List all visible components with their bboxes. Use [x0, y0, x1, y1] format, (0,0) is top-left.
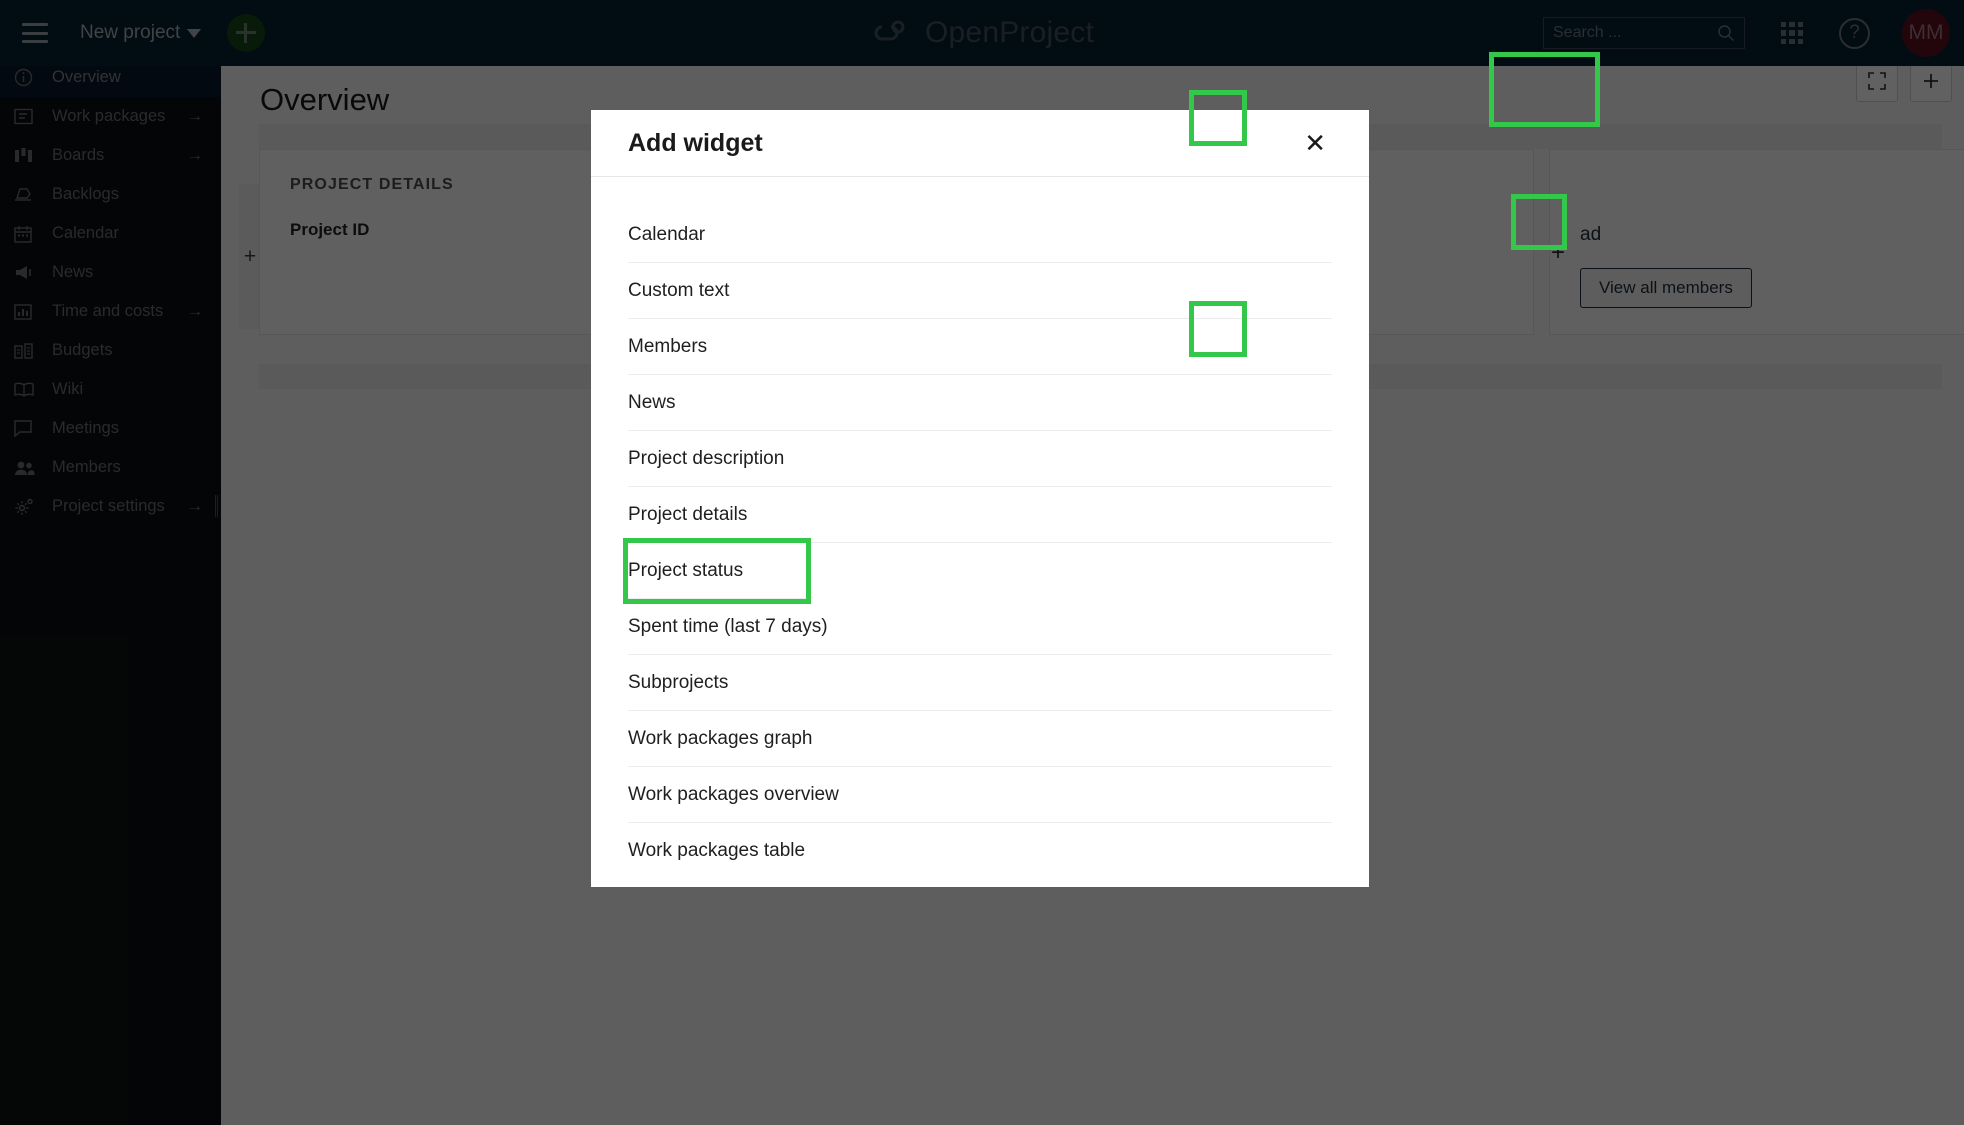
widget-option-work-packages-table[interactable]: Work packages table: [628, 823, 1332, 879]
widget-option-label: Project status: [628, 559, 744, 581]
widget-option-label: Project details: [628, 503, 748, 525]
widget-option-calendar[interactable]: Calendar: [628, 207, 1332, 263]
close-icon[interactable]: ✕: [1298, 126, 1332, 160]
widget-option-custom-text[interactable]: Custom text: [628, 263, 1332, 319]
widget-option-project-status[interactable]: Project status: [623, 538, 811, 604]
widget-option-label: Work packages graph: [628, 727, 813, 749]
widget-option-label: Calendar: [628, 223, 706, 245]
widget-option-label: News: [628, 391, 676, 413]
widget-option-label: Members: [628, 335, 708, 357]
widget-option-members[interactable]: Members: [628, 319, 1332, 375]
widget-option-label: Subprojects: [628, 671, 729, 693]
modal-body: Calendar Custom text Members News Project de…: [591, 177, 1369, 887]
widget-option-spent-time-last-7-days-[interactable]: Spent time (last 7 days): [628, 599, 1332, 655]
widget-option-work-packages-overview[interactable]: Work packages overview: [628, 767, 1332, 823]
widget-option-subprojects[interactable]: Subprojects: [628, 655, 1332, 711]
add-widget-modal: Add widget ✕ Calendar Custom text Members N…: [591, 110, 1369, 887]
widget-option-label: Spent time (last 7 days): [628, 615, 828, 637]
modal-title: Add widget: [628, 128, 763, 157]
widget-option-work-packages-graph[interactable]: Work packages graph: [628, 711, 1332, 767]
widget-option-project-details[interactable]: Project details: [628, 487, 1332, 543]
widget-option-news[interactable]: News: [628, 375, 1332, 431]
app-root: Overview + PROJECT DETAILS Project ID: [0, 0, 1964, 1125]
widget-option-label: Project description: [628, 447, 785, 469]
modal-header: Add widget ✕: [591, 110, 1369, 177]
widget-option-list: Calendar Custom text Members News Project de…: [623, 207, 1332, 879]
widget-option-label: Work packages table: [628, 840, 806, 861]
widget-option-project-description[interactable]: Project description: [628, 431, 1332, 487]
widget-option-label: Work packages overview: [628, 783, 839, 805]
widget-option-label: Custom text: [628, 279, 730, 301]
